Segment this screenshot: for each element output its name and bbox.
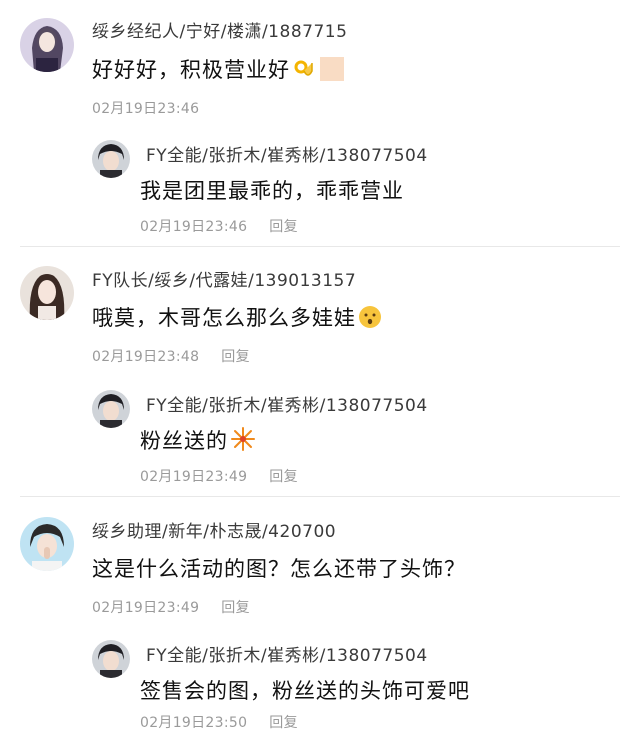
comment-time: 02月19日23:46 [92, 101, 200, 117]
reply-author[interactable]: FY全能/张折木/崔秀彬/138077504 [146, 641, 428, 666]
reply-author[interactable]: FY全能/张折木/崔秀彬/138077504 [146, 141, 428, 166]
avatar[interactable] [20, 18, 74, 72]
comment-meta: 02月19日23:48 回复 [92, 346, 250, 366]
divider [20, 496, 620, 497]
comment-time: 02月19日23:49 [92, 600, 200, 616]
comment-author[interactable]: 绥乡经纪人/宁好/楼潇/1887715 [92, 17, 347, 42]
reply-button[interactable]: 回复 [269, 715, 298, 731]
comment-author[interactable]: FY队长/绥乡/代露娃/139013157 [92, 266, 356, 291]
comment-text: 好好好，积极营业好 [92, 54, 344, 86]
reply-avatar[interactable] [92, 140, 130, 178]
reply-meta: 02月19日23:49 回复 [140, 466, 298, 486]
reply-button[interactable]: 回复 [221, 600, 250, 616]
hushed-face-icon [358, 305, 382, 334]
reply-time: 02月19日23:46 [140, 219, 248, 235]
comment-meta: 02月19日23:46 [92, 98, 199, 118]
comment-meta: 02月19日23:49 回复 [92, 597, 250, 617]
reply-text: 粉丝送的 [140, 425, 256, 457]
comment-time: 02月19日23:48 [92, 349, 200, 365]
reply-avatar[interactable] [92, 390, 130, 428]
reply-meta: 02月19日23:50 回复 [140, 712, 298, 732]
comment-text: 哦莫，木哥怎么那么多娃娃 [92, 302, 382, 334]
divider [20, 246, 620, 247]
avatar[interactable] [20, 266, 74, 320]
reply-button[interactable]: 回复 [221, 349, 250, 365]
comment-author[interactable]: 绥乡助理/新年/朴志晟/420700 [92, 517, 336, 542]
reply-text: 我是团里最乖的，乖乖营业 [140, 179, 404, 203]
avatar[interactable] [20, 517, 74, 571]
fireworks-icon [230, 426, 256, 457]
reply-button[interactable]: 回复 [269, 219, 298, 235]
placeholder-glyph-icon [320, 57, 344, 81]
reply-time: 02月19日23:49 [140, 469, 248, 485]
reply-author[interactable]: FY全能/张折木/崔秀彬/138077504 [146, 391, 428, 416]
reply-avatar[interactable] [92, 640, 130, 678]
reply-text: 签售会的图，粉丝送的头饰可爱吧 [140, 679, 470, 703]
reply-button[interactable]: 回复 [269, 469, 298, 485]
reply-time: 02月19日23:50 [140, 715, 248, 731]
reply-meta: 02月19日23:46 回复 [140, 216, 298, 236]
ok-hand-icon [292, 57, 316, 86]
comment-text: 这是什么活动的图？怎么还带了头饰？ [92, 557, 466, 581]
